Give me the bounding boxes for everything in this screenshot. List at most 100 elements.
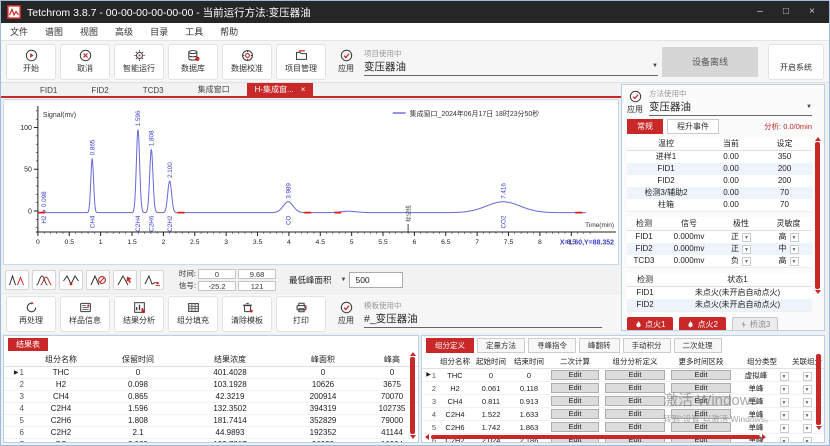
- peak-pick-tool-button[interactable]: [113, 270, 137, 290]
- temperature-row[interactable]: FID10.00200: [627, 163, 812, 175]
- linked-component-dropdown[interactable]: ▼: [803, 372, 812, 381]
- component-row[interactable]: 4C2H41.5221.633EditEditEdit单峰▼▼: [422, 408, 824, 421]
- peak-overlap-tool-button[interactable]: [32, 270, 56, 290]
- results-table-row[interactable]: ▶1THC0401.402800: [4, 367, 418, 379]
- edit-button[interactable]: Edit: [605, 422, 665, 432]
- tab-component-definition-active[interactable]: 组分定义: [426, 338, 474, 353]
- ignite2-button[interactable]: 点火2: [679, 317, 725, 331]
- menu-item-5[interactable]: 目录: [150, 25, 168, 38]
- sample-info-button[interactable]: 样品信息: [60, 296, 110, 332]
- tab-tcd3[interactable]: TCD3: [126, 85, 181, 96]
- menu-item-2[interactable]: 谱图: [45, 25, 63, 38]
- component-fill-button[interactable]: 组分填充: [168, 296, 218, 332]
- signal-to-input[interactable]: 121: [238, 281, 276, 291]
- edit-button[interactable]: Edit: [551, 396, 599, 406]
- sensitivity-dropdown[interactable]: ▼: [790, 245, 799, 254]
- chromatogram-plot[interactable]: 05010000.511.522.533.544.555.566.577.588…: [4, 100, 618, 264]
- temperature-row[interactable]: FID20.00200: [627, 175, 812, 187]
- ignite1-button[interactable]: 点火1: [627, 317, 673, 331]
- close-button[interactable]: ×: [801, 2, 823, 22]
- device-vertical-scrollbar[interactable]: [813, 137, 822, 294]
- chevron-down-icon[interactable]: ▼: [652, 63, 658, 69]
- edit-button[interactable]: Edit: [671, 383, 731, 393]
- edit-button[interactable]: Edit: [605, 396, 665, 406]
- min-area-input[interactable]: 500: [349, 272, 403, 288]
- linked-component-dropdown[interactable]: ▼: [803, 411, 812, 420]
- tab-components[interactable]: 手动积分: [623, 338, 671, 353]
- template-select[interactable]: 模板使用中 #_变压器油: [364, 300, 602, 328]
- detector-row[interactable]: FID10.000mv 正▼ 高▼: [627, 231, 812, 243]
- polarity-dropdown[interactable]: ▼: [742, 233, 751, 242]
- menu-item-1[interactable]: 文件: [10, 25, 28, 38]
- time-to-input[interactable]: 9.68: [238, 269, 276, 279]
- results-table-tab[interactable]: 结果表: [8, 338, 48, 351]
- smart-run-button[interactable]: 智能运行: [114, 44, 164, 80]
- detector-status-row[interactable]: FID2未点火(未开启自动点火): [627, 299, 812, 311]
- results-table-row[interactable]: 4C2H41.596132.3502394319102735: [4, 403, 418, 415]
- component-type-dropdown[interactable]: ▼: [780, 372, 789, 381]
- start-button[interactable]: 开始: [6, 44, 56, 80]
- menu-item-3[interactable]: 视图: [80, 25, 98, 38]
- maximize-button[interactable]: □: [775, 2, 797, 22]
- component-row[interactable]: 2H20.0610.118EditEditEdit单峰▼▼: [422, 382, 824, 395]
- tab-components[interactable]: 峰翻转: [579, 338, 620, 353]
- edit-button[interactable]: Edit: [671, 422, 731, 432]
- tab-ramp-events[interactable]: 程升事件: [667, 119, 719, 134]
- signal-from-input[interactable]: -25.2: [198, 281, 236, 291]
- tab--[interactable]: 集成窗口: [181, 83, 247, 96]
- tab-close-icon[interactable]: ×: [301, 85, 306, 94]
- edit-button[interactable]: Edit: [605, 370, 665, 380]
- linked-component-dropdown[interactable]: ▼: [803, 385, 812, 394]
- temperature-row[interactable]: 检测3/辅助20.0070: [627, 187, 812, 199]
- minimize-button[interactable]: –: [749, 2, 771, 22]
- chevron-down-icon[interactable]: ▼: [806, 104, 812, 110]
- result-analysis-button[interactable]: 结果分析: [114, 296, 164, 332]
- chevron-down-icon[interactable]: ▼: [341, 277, 347, 283]
- component-type-dropdown[interactable]: ▼: [780, 398, 789, 407]
- tab-fid1[interactable]: FID1: [23, 85, 74, 96]
- results-table-row[interactable]: 5C2H61.808181.741435282979000: [4, 415, 418, 427]
- sensitivity-dropdown[interactable]: ▼: [790, 233, 799, 242]
- device-offline-button[interactable]: 设备离线: [662, 47, 758, 77]
- edit-button[interactable]: Edit: [605, 383, 665, 393]
- edit-button[interactable]: Edit: [671, 396, 731, 406]
- apply-method-button[interactable]: 应用: [627, 90, 643, 115]
- results-table-row[interactable]: 2H20.098103.1928106263675: [4, 379, 418, 391]
- temperature-row[interactable]: 进样10.00350: [627, 151, 812, 163]
- menu-item-6[interactable]: 工具: [185, 25, 203, 38]
- edit-button[interactable]: Edit: [551, 370, 599, 380]
- tab-components[interactable]: 寻峰指令: [528, 338, 576, 353]
- detector-status-row[interactable]: FID1未点火(未开启自动点火): [627, 287, 812, 299]
- tab-components[interactable]: 二次处理: [674, 338, 722, 353]
- menu-item-7[interactable]: 帮助: [220, 25, 238, 38]
- peak-valley-tool-button[interactable]: [59, 270, 83, 290]
- component-row[interactable]: 3CH40.8110.913EditEditEdit单峰▼▼: [422, 395, 824, 408]
- tab-h-integration-active[interactable]: H-集成窗...×: [247, 83, 314, 96]
- chromatogram-panel[interactable]: 05010000.511.522.533.544.555.566.577.588…: [3, 99, 619, 265]
- results-table-row[interactable]: 7CO3.989132.78179695310994: [4, 439, 418, 443]
- project-manage-button[interactable]: 项目管理: [276, 44, 326, 80]
- print-button[interactable]: 打印: [276, 296, 326, 332]
- time-from-input[interactable]: 0: [198, 269, 236, 279]
- bridge3-button[interactable]: 桥流3: [732, 317, 778, 331]
- detector-row[interactable]: TCD30.000mv 负▼ 高▼: [627, 255, 812, 267]
- menu-item-4[interactable]: 高级: [115, 25, 133, 38]
- component-type-dropdown[interactable]: ▼: [780, 424, 789, 433]
- results-vertical-scrollbar[interactable]: [408, 352, 417, 439]
- components-horizontal-scrollbar[interactable]: [425, 433, 808, 441]
- results-table-row[interactable]: 3CH40.86542.321920091470070: [4, 391, 418, 403]
- reprocess-button[interactable]: 再处理: [6, 296, 56, 332]
- component-type-dropdown[interactable]: ▼: [780, 385, 789, 394]
- apply-project-button[interactable]: 应用: [338, 49, 354, 74]
- detector-row[interactable]: FID20.000mv 正▼ 中▼: [627, 243, 812, 255]
- results-table-row[interactable]: 6C2H22.144.989319235241144: [4, 427, 418, 439]
- clear-template-button[interactable]: 清除模板: [222, 296, 272, 332]
- polarity-dropdown[interactable]: ▼: [742, 257, 751, 266]
- linked-component-dropdown[interactable]: ▼: [803, 424, 812, 433]
- tab-general[interactable]: 常规: [627, 119, 663, 134]
- component-type-dropdown[interactable]: ▼: [780, 411, 789, 420]
- edit-button[interactable]: Edit: [551, 422, 599, 432]
- tab-components[interactable]: 定量方法: [477, 338, 525, 353]
- cancel-button[interactable]: 取消: [60, 44, 110, 80]
- edit-button[interactable]: Edit: [551, 409, 599, 419]
